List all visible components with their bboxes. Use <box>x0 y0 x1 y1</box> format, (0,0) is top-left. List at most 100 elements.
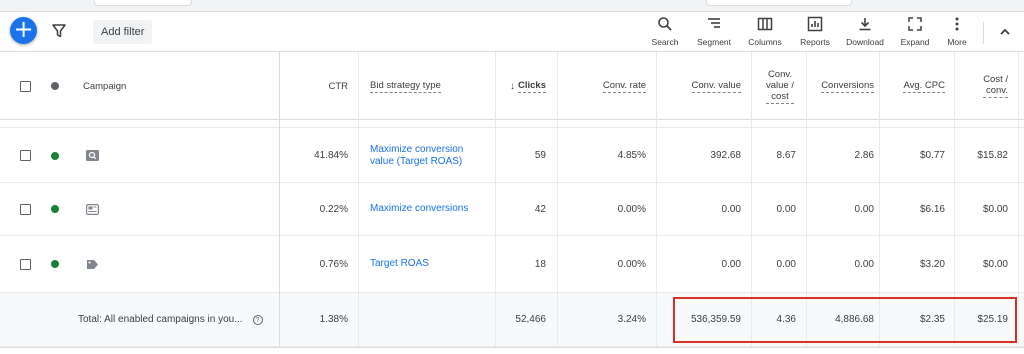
help-icon[interactable]: ? <box>252 314 263 325</box>
enabled-status-icon <box>51 205 59 213</box>
segment-tool-label: Segment <box>696 37 732 47</box>
conv-rate-cell: 4.85% <box>617 150 646 161</box>
add-campaign-button[interactable]: + <box>10 17 37 44</box>
conv-value-header-label: Conv. value <box>691 79 741 93</box>
avg-cpc-cell: $6.16 <box>919 203 945 215</box>
campaign-type-cell <box>86 129 99 182</box>
conv-rate-header[interactable]: Conv. rate <box>560 52 646 120</box>
column-divider <box>751 52 752 347</box>
display-campaign-icon <box>86 203 99 215</box>
conv-value-cost-header-line1: Conv. <box>767 68 793 80</box>
ctr-cell: 0.22% <box>319 203 348 215</box>
row-checkbox-cell[interactable] <box>20 183 31 235</box>
row-checkbox[interactable] <box>20 203 31 215</box>
sort-down-arrow-icon: ↓ <box>510 80 515 92</box>
columns-icon <box>757 17 773 31</box>
cost-conv-header[interactable]: Cost / conv. <box>958 52 1008 120</box>
select-all-checkbox[interactable] <box>20 80 31 92</box>
conv-value-cell: 392.68 <box>710 150 741 161</box>
top-strip <box>0 0 1024 12</box>
segment-tool[interactable]: Segment <box>695 16 733 50</box>
row-checkbox-cell[interactable] <box>20 129 31 182</box>
download-tool[interactable]: Download <box>844 16 886 50</box>
enabled-status-icon <box>51 151 59 160</box>
cost-conv-cell: $0.00 <box>982 258 1008 270</box>
row-checkbox[interactable] <box>20 258 31 270</box>
conv-value-header[interactable]: Conv. value <box>660 52 741 120</box>
bottom-strip <box>0 347 1024 354</box>
conv-value-cost-header[interactable]: Conv. value / cost <box>754 52 806 120</box>
column-divider <box>954 52 955 347</box>
avg-cpc-header[interactable]: Avg. CPC <box>882 52 945 120</box>
top-tab-right[interactable] <box>706 0 852 6</box>
total-conv-value-cost-cell: 4.36 <box>776 314 796 325</box>
total-label-cell: Total: All enabled campaigns in you... ? <box>78 293 278 346</box>
status-cell[interactable] <box>51 129 59 182</box>
campaign-type-cell <box>86 236 99 292</box>
scroll-gap <box>0 120 1024 128</box>
column-divider <box>358 52 359 347</box>
filter-icon[interactable] <box>52 24 66 38</box>
bid-strategy-header[interactable]: Bid strategy type <box>370 52 490 120</box>
columns-tool-label: Columns <box>748 37 782 47</box>
campaign-header[interactable]: Campaign <box>83 52 233 120</box>
total-ctr-cell: 1.38% <box>319 314 348 325</box>
status-cell[interactable] <box>51 236 59 292</box>
status-header[interactable] <box>51 52 61 120</box>
table-row[interactable]: 0.22% Maximize conversions 42 0.00% 0.00… <box>0 183 1024 236</box>
column-divider <box>879 52 880 347</box>
cost-conv-header-line2: conv. <box>983 85 1008 98</box>
reports-tool-label: Reports <box>800 37 830 47</box>
conv-value-cell: 0.00 <box>721 203 741 215</box>
column-divider <box>557 52 558 347</box>
status-cell[interactable] <box>51 183 59 235</box>
bid-strategy-cell[interactable]: Maximize conversion value (Target ROAS) <box>370 129 490 182</box>
conv-rate-cell: 0.00% <box>617 203 646 215</box>
total-conv-value-cell: 536,359.59 <box>690 314 741 325</box>
avg-cpc-cell: $3.20 <box>919 258 945 270</box>
avg-cpc-header-label: Avg. CPC <box>903 79 945 93</box>
more-tool[interactable]: More <box>944 16 970 50</box>
ctr-header[interactable]: CTR <box>282 52 348 120</box>
bid-strategy-header-label: Bid strategy type <box>370 79 441 93</box>
bid-strategy-link[interactable]: Maximize conversions <box>370 203 468 215</box>
more-vert-icon <box>955 17 959 31</box>
bid-strategy-link[interactable]: Maximize conversion value (Target ROAS) <box>370 144 463 168</box>
search-tool[interactable]: Search <box>650 16 680 50</box>
total-avg-cpc-cell: $2.35 <box>919 314 945 325</box>
search-campaign-icon <box>86 150 99 161</box>
bid-strategy-link[interactable]: Target ROAS <box>370 258 429 270</box>
expand-tool[interactable]: Expand <box>898 16 932 50</box>
bid-strategy-cell[interactable]: Maximize conversions <box>370 183 490 235</box>
reports-tool[interactable]: Reports <box>797 16 833 50</box>
avg-cpc-cell: $0.77 <box>919 150 945 161</box>
bid-strategy-line2: value (Target ROAS) <box>370 155 463 167</box>
row-checkbox[interactable] <box>20 150 31 161</box>
bid-strategy-cell[interactable]: Target ROAS <box>370 236 490 292</box>
top-tab-left[interactable] <box>94 0 192 6</box>
clicks-cell: 59 <box>534 150 546 161</box>
download-tool-label: Download <box>846 37 884 47</box>
campaign-header-label: Campaign <box>83 80 127 92</box>
chevron-up-icon[interactable] <box>998 25 1012 39</box>
table-row[interactable]: 41.84% Maximize conversion value (Target… <box>0 129 1024 183</box>
bid-strategy-line1: Target ROAS <box>370 258 429 269</box>
total-conversions-cell: 4,886.68 <box>835 314 874 325</box>
columns-tool[interactable]: Columns <box>746 16 784 50</box>
reports-icon <box>807 16 823 32</box>
clicks-header[interactable]: ↓ Clicks <box>498 52 546 120</box>
bid-strategy-line1: Maximize conversions <box>370 203 469 214</box>
clicks-header-label: Clicks <box>518 79 546 93</box>
add-filter-button[interactable]: Add filter <box>93 20 153 44</box>
table-row[interactable]: 0.76% Target ROAS 18 0.00% 0.00 0.00 0.0… <box>0 236 1024 293</box>
row-checkbox-cell[interactable] <box>20 236 31 292</box>
select-all-checkbox-cell[interactable] <box>20 52 34 120</box>
cost-conv-header-label: Cost / conv. <box>983 74 1008 98</box>
conv-value-cost-header-line3: cost <box>766 91 794 104</box>
total-label: Total: All enabled campaigns in you... <box>78 314 243 325</box>
conversions-header[interactable]: Conversions <box>808 52 874 120</box>
ctr-cell: 41.84% <box>314 150 348 161</box>
conv-value-cost-cell: 0.00 <box>776 258 796 270</box>
ctr-cell: 0.76% <box>319 258 348 270</box>
search-icon <box>658 17 672 31</box>
